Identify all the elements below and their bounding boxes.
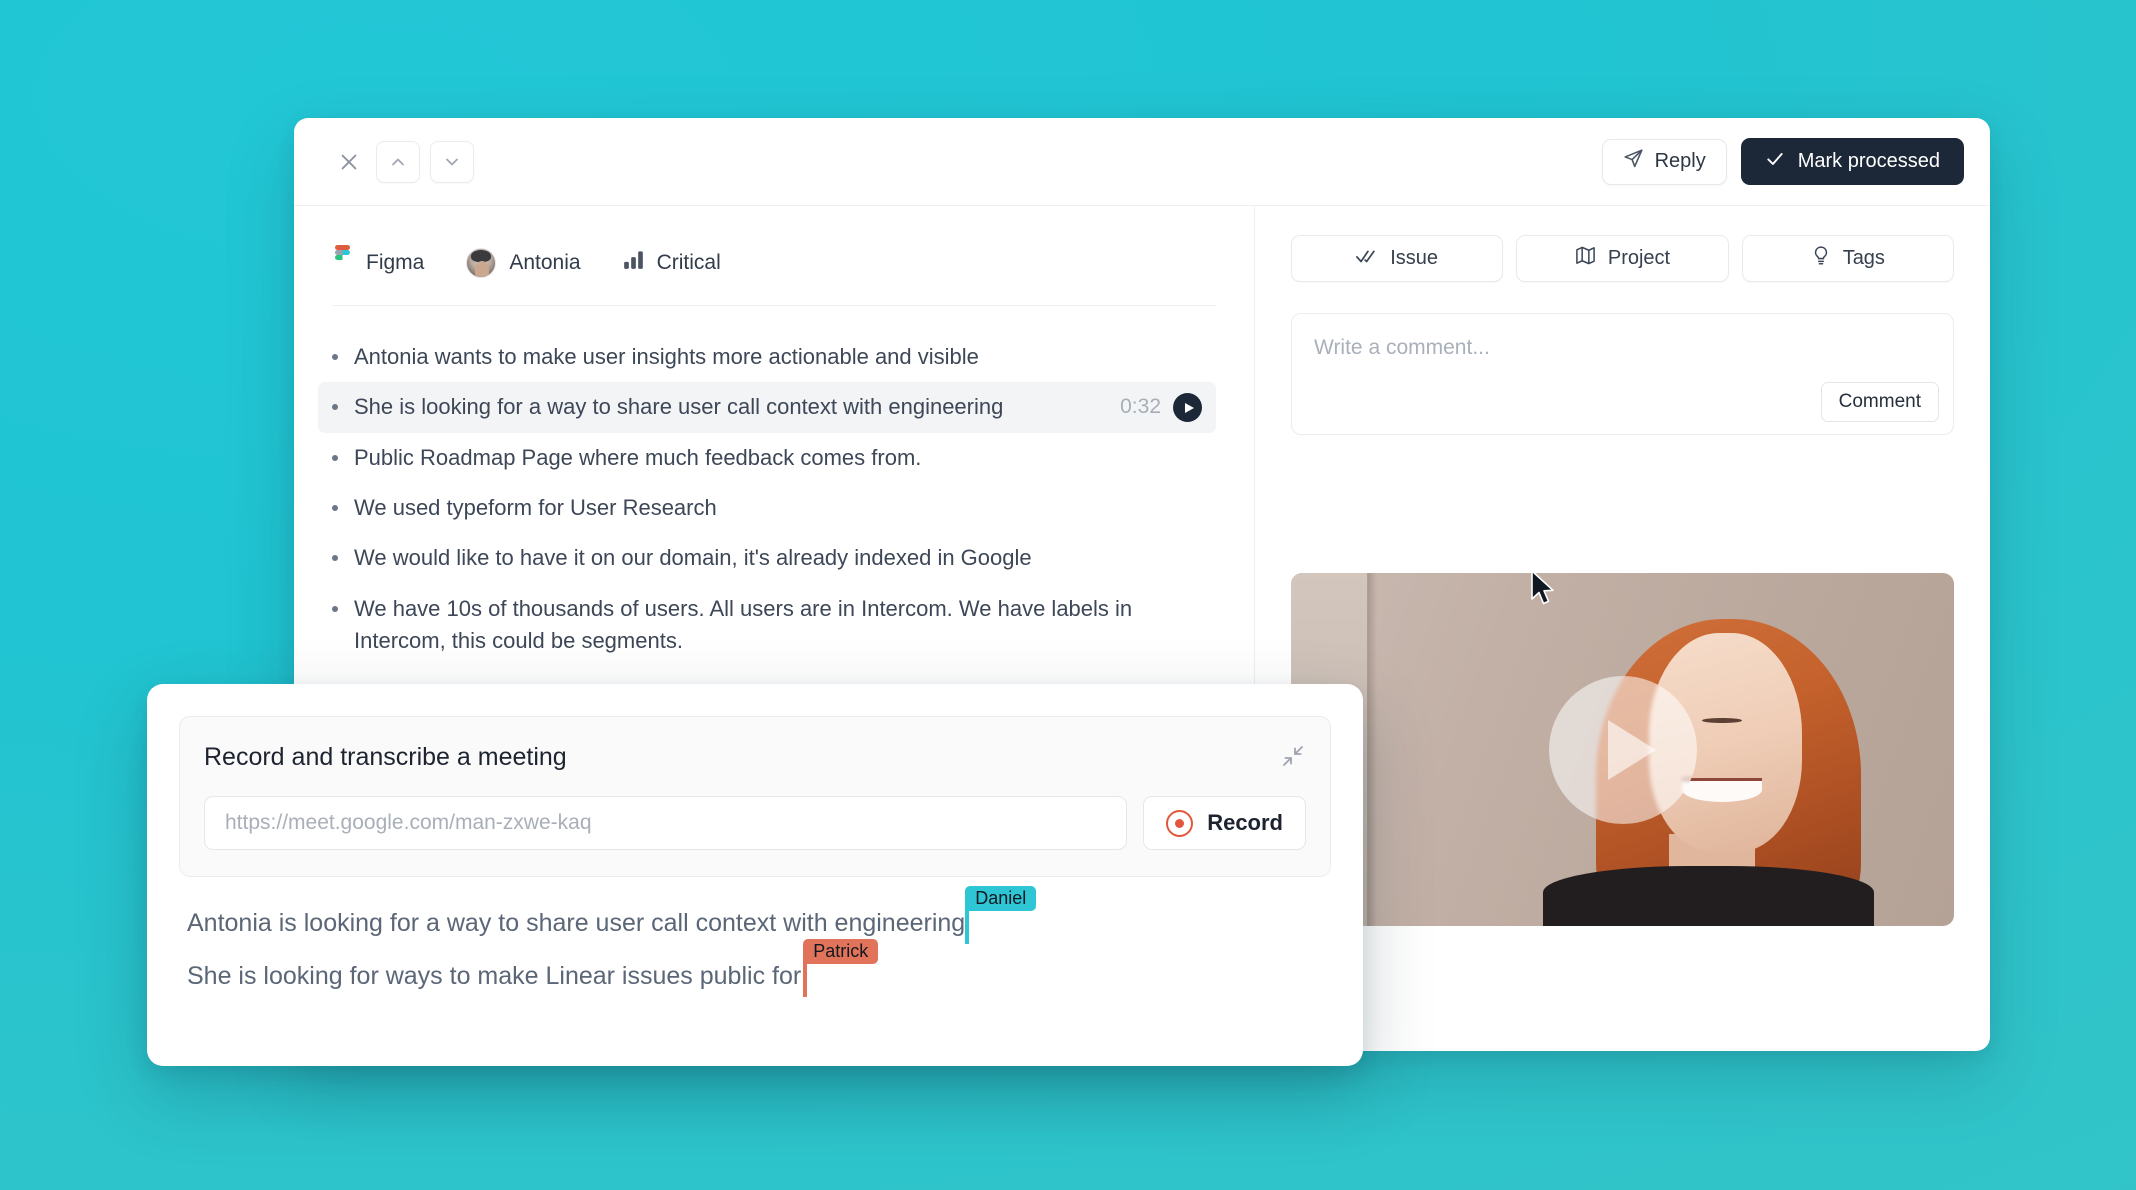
meta-label: Antonia (509, 250, 581, 274)
video-wall-edge (1367, 573, 1377, 926)
meta-source-figma[interactable]: Figma (332, 244, 425, 281)
map-icon (1575, 245, 1596, 272)
record-label: Record (1207, 810, 1283, 835)
record-icon (1166, 809, 1194, 837)
transcript-line[interactable]: Antonia is looking for a way to share us… (187, 886, 1037, 944)
send-icon (1623, 148, 1644, 175)
bullet-dot (332, 404, 338, 411)
chip-label: Tags (1842, 247, 1885, 269)
recorder-row: Record (204, 796, 1306, 850)
close-icon[interactable] (332, 145, 366, 179)
play-icon[interactable] (1173, 393, 1202, 423)
comment-box[interactable]: Write a comment... Comment (1291, 313, 1954, 435)
priority-bars-icon (623, 249, 644, 276)
bullet-dot (332, 454, 338, 461)
topbar-nav-group (332, 140, 474, 183)
chip-label: Issue (1390, 247, 1439, 269)
reply-label: Reply (1654, 150, 1706, 172)
bullet-item: We would like to have it on our domain, … (318, 533, 1216, 583)
transcript-line-wrap: She is looking for ways to make Linear i… (187, 939, 1323, 1017)
figma-icon (332, 244, 353, 281)
collapse-icon[interactable] (1278, 741, 1308, 771)
meta-person-antonia[interactable]: Antonia (466, 247, 581, 278)
collaborator-caret-daniel: Daniel (965, 886, 1037, 944)
comment-placeholder: Write a comment... (1314, 336, 1490, 359)
video-thumbnail[interactable] (1291, 573, 1954, 926)
mark-processed-label: Mark processed (1797, 150, 1940, 172)
reply-button[interactable]: Reply (1601, 138, 1727, 185)
topbar-actions: Reply Mark processed (1601, 138, 1964, 185)
meeting-url-input[interactable] (204, 796, 1128, 850)
video-subject-shoulder (1542, 866, 1875, 926)
recorder-panel: Record and transcribe a meeting Record (179, 716, 1331, 877)
bullet-playback: 0:32 (1120, 392, 1202, 423)
transcript-text: Antonia is looking for a way to share us… (187, 909, 966, 937)
meta-label: Figma (366, 250, 425, 274)
recorder-title: Record and transcribe a meeting (204, 743, 567, 771)
bullet-text: We have 10s of thousands of users. All u… (354, 595, 1133, 653)
meta-priority-critical[interactable]: Critical (623, 249, 721, 276)
bullet-text: Public Roadmap Page where much feedback … (354, 444, 922, 470)
meta-label: Critical (656, 250, 721, 274)
bullet-text: We would like to have it on our domain, … (354, 545, 1032, 571)
bullet-text: Antonia wants to make user insights more… (354, 344, 979, 369)
check-icon (1765, 149, 1785, 175)
bullet-item: We used typeform for User Research (318, 483, 1216, 533)
transcript-text: She is looking for ways to make Linear i… (187, 962, 802, 990)
link-project-button[interactable]: Project (1516, 235, 1729, 282)
bullet-item: We have 10s of thousands of users. All u… (318, 584, 1216, 667)
next-button[interactable] (430, 140, 474, 183)
bullet-text: We used typeform for User Research (354, 494, 717, 520)
live-transcript: Antonia is looking for a way to share us… (179, 886, 1331, 1017)
transcript-line-wrap: Antonia is looking for a way to share us… (187, 886, 1323, 964)
bullet-dot (332, 504, 338, 511)
collaborator-caret-patrick: Patrick (803, 939, 879, 997)
collaborator-name-daniel: Daniel (965, 886, 1037, 911)
bullet-dot (332, 354, 338, 360)
double-check-icon (1356, 247, 1378, 271)
details-column: Issue Project Tags Write a comment... Co… (1255, 206, 1990, 1051)
timestamp-label: 0:32 (1120, 395, 1161, 419)
meta-row: Figma Antonia Critical (332, 220, 1216, 306)
bullet-item: Public Roadmap Page where much feedback … (318, 433, 1216, 483)
record-button[interactable]: Record (1143, 796, 1306, 850)
bullet-dot (332, 555, 338, 562)
link-issue-button[interactable]: Issue (1291, 235, 1504, 282)
bullet-list: Antonia wants to make user insights more… (294, 306, 1254, 666)
avatar (466, 247, 497, 278)
bullet-dot (332, 605, 338, 612)
video-play-icon[interactable] (1548, 675, 1697, 824)
previous-button[interactable] (376, 140, 420, 183)
window-topbar: Reply Mark processed (294, 118, 1990, 206)
bullet-item: Antonia wants to make user insights more… (318, 332, 1216, 382)
lightbulb-icon (1811, 245, 1831, 272)
link-tags-button[interactable]: Tags (1741, 235, 1954, 282)
mark-processed-button[interactable]: Mark processed (1740, 138, 1964, 185)
chip-label: Project (1607, 247, 1671, 269)
bullet-item-active[interactable]: She is looking for a way to share user c… (318, 382, 1216, 433)
comment-submit-button[interactable]: Comment (1820, 382, 1939, 422)
transcript-line[interactable]: She is looking for ways to make Linear i… (187, 939, 879, 997)
collaborator-name-patrick: Patrick (803, 939, 879, 964)
bullet-text: She is looking for a way to share user c… (354, 394, 1004, 420)
meeting-recorder-overlay: Record and transcribe a meeting Record A… (147, 684, 1363, 1066)
link-chip-row: Issue Project Tags (1255, 206, 1990, 282)
